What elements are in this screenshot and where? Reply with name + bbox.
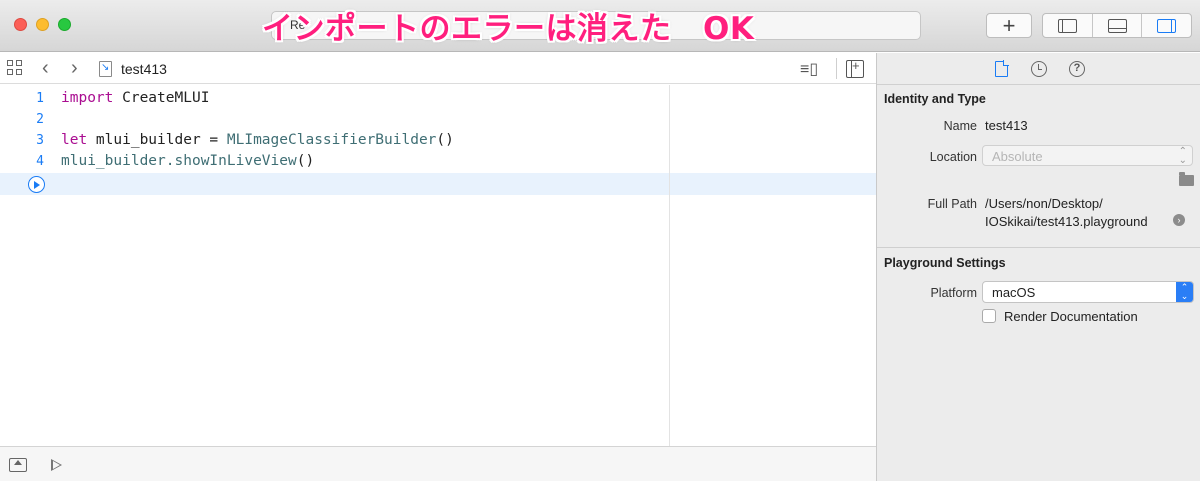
select-chevrons-icon: ⌃ ⌄ [1178, 146, 1187, 166]
section-divider [877, 247, 1200, 248]
zoom-window-button[interactable] [58, 18, 71, 31]
minimize-window-button[interactable] [36, 18, 49, 31]
playground-settings-title: Playground Settings [884, 256, 1006, 270]
code-line[interactable]: 1 import CreateMLUI [0, 89, 669, 110]
jumpbar-divider [836, 58, 837, 79]
back-chevron-icon[interactable]: ‹ [42, 57, 49, 80]
toggle-debug-area-button[interactable] [1093, 14, 1143, 37]
type-token: MLImageClassifierBuilder [226, 132, 437, 148]
code-line[interactable]: 2 [0, 110, 669, 131]
location-label: Location [929, 150, 977, 164]
code-token: CreateMLUI [113, 90, 210, 106]
full-path-line-1: /Users/non/Desktop/ [985, 196, 1103, 211]
code-text: import CreateMLUI [61, 90, 209, 106]
keyword-token: let [61, 132, 88, 148]
choose-folder-icon[interactable] [1179, 172, 1194, 186]
full-path-label: Full Path [927, 197, 977, 211]
method-token: showInLiveView [174, 153, 297, 169]
breadcrumb-file[interactable]: test413 [121, 61, 167, 77]
debug-bar [0, 446, 876, 481]
bottom-panel-icon [1107, 18, 1127, 33]
select-stepper-icon: ⌃ ⌄ [1176, 282, 1193, 302]
code-token: () [296, 153, 315, 169]
caption-overlay: インポートのエラーは消えた OK [262, 11, 755, 47]
toggle-inspector-button[interactable] [1142, 14, 1191, 37]
location-select: Absolute ⌃ ⌄ [982, 145, 1193, 166]
code-text: mlui_builder.showInLiveView() [61, 153, 314, 169]
run-to-line-icon[interactable] [28, 176, 45, 193]
file-inspector: ? Identity and Type Name test413 Locatio… [876, 53, 1200, 481]
results-sidebar [669, 85, 877, 446]
identifier-token: mlui_builder. [61, 153, 175, 169]
quick-help-tab-icon[interactable]: ? [1069, 61, 1085, 77]
panel-toggle-group [1042, 13, 1192, 38]
history-inspector-tab-icon[interactable] [1031, 61, 1047, 77]
inspector-tabs: ? [877, 53, 1200, 85]
name-label: Name [943, 119, 977, 133]
platform-select-value: macOS [992, 285, 1036, 300]
current-line-highlight-results [670, 173, 877, 195]
run-playground-icon[interactable] [50, 458, 63, 472]
playground-file-icon [99, 61, 112, 77]
right-panel-icon [1157, 18, 1177, 33]
render-documentation-checkbox[interactable] [982, 309, 996, 323]
editor-jump-bar: ‹ › test413 ≡▯ [0, 53, 876, 84]
reveal-in-finder-icon[interactable]: › [1173, 214, 1185, 226]
code-token: mlui_builder = [87, 132, 227, 148]
identity-section-title: Identity and Type [884, 92, 986, 106]
keyword-token: import [61, 90, 114, 106]
editor-options-icon[interactable]: ≡▯ [800, 59, 818, 79]
line-number: 1 [36, 91, 44, 106]
toggle-navigator-button[interactable] [1043, 14, 1093, 37]
file-inspector-tab-icon[interactable] [995, 60, 1009, 77]
line-number: 3 [36, 133, 44, 148]
current-line-highlight [0, 173, 669, 195]
code-text: let mlui_builder = MLImageClassifierBuil… [61, 132, 454, 148]
close-window-button[interactable] [14, 18, 27, 31]
forward-chevron-icon[interactable]: › [71, 57, 78, 80]
code-editor[interactable]: 1 import CreateMLUI 2 3 let mlui_builder… [0, 85, 669, 446]
full-path-line-2: IOSkikai/test413.playground [985, 214, 1148, 229]
add-editor-icon[interactable] [846, 58, 864, 78]
show-debug-area-icon[interactable] [9, 458, 27, 472]
platform-select[interactable]: macOS ⌃ ⌄ [982, 281, 1194, 303]
location-select-value: Absolute [992, 149, 1043, 164]
line-number: 2 [36, 112, 44, 127]
render-documentation-label: Render Documentation [1004, 309, 1138, 324]
left-panel-icon [1057, 18, 1077, 33]
code-token: () [436, 132, 454, 148]
code-line[interactable]: 4 mlui_builder.showInLiveView() [0, 152, 669, 173]
platform-label: Platform [930, 286, 977, 300]
related-items-icon[interactable] [7, 60, 23, 76]
add-library-button[interactable]: + [986, 13, 1032, 38]
name-value[interactable]: test413 [985, 118, 1028, 133]
line-number: 4 [36, 154, 44, 169]
code-line[interactable]: 3 let mlui_builder = MLImageClassifierBu… [0, 131, 669, 152]
